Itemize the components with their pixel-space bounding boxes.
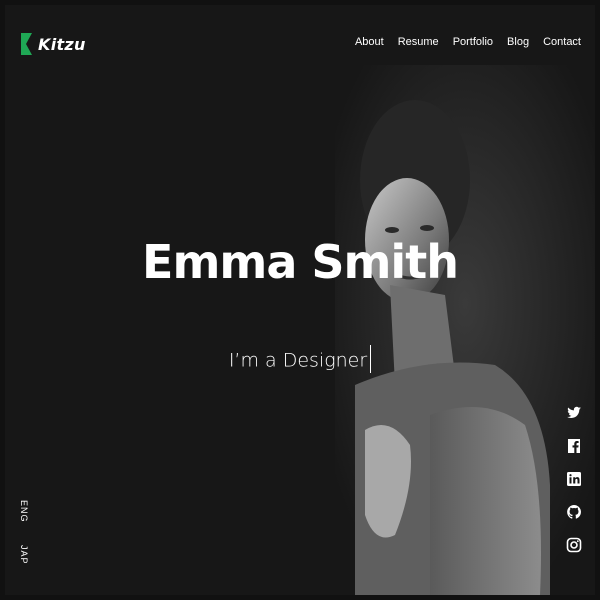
nav-contact[interactable]: Contact [543, 36, 581, 48]
lang-jap[interactable]: JAP [19, 545, 29, 565]
linkedin-icon[interactable] [566, 471, 582, 487]
typing-caret [370, 345, 372, 373]
hero-role: I’m a Designer [5, 345, 595, 375]
page: Kitzu About Resume Portfolio Blog Contac… [5, 5, 595, 595]
brand-name: Kitzu [38, 34, 86, 54]
nav-portfolio[interactable]: Portfolio [453, 36, 493, 48]
nav-about[interactable]: About [355, 36, 384, 48]
github-icon[interactable] [566, 504, 582, 520]
language-switcher: ENG JAP [19, 500, 29, 564]
main-nav: About Resume Portfolio Blog Contact [355, 36, 581, 48]
nav-blog[interactable]: Blog [507, 36, 529, 48]
hero-role-text: I’m a Designer [228, 349, 368, 372]
instagram-icon[interactable] [566, 537, 582, 553]
brand-logo[interactable]: Kitzu [21, 33, 86, 55]
lang-eng[interactable]: ENG [19, 500, 29, 523]
twitter-icon[interactable] [566, 405, 582, 421]
logo-mark-icon [21, 33, 32, 55]
hero-portrait-image [335, 65, 595, 595]
facebook-icon[interactable] [566, 438, 582, 454]
social-links [566, 405, 582, 553]
hero-name: Emma Smith [142, 235, 459, 289]
nav-resume[interactable]: Resume [398, 36, 439, 48]
